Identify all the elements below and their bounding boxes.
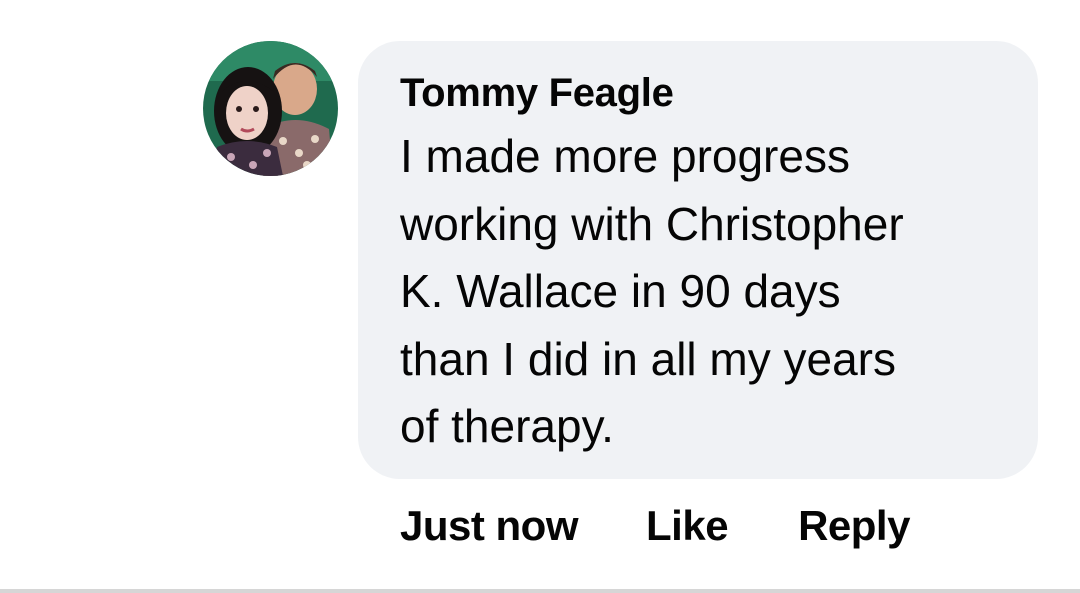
author-avatar[interactable] [203, 41, 338, 176]
comment-actions: Just now Like Reply [400, 500, 910, 552]
avatar-photo-icon [203, 41, 338, 176]
reply-button[interactable]: Reply [798, 502, 910, 550]
comment-author-name[interactable]: Tommy Feagle [400, 69, 998, 117]
comment-bubble: Tommy Feagle I made more progress workin… [358, 41, 1038, 479]
comment-timestamp[interactable]: Just now [400, 502, 579, 550]
comment-text: I made more progress working with Christ… [400, 130, 904, 452]
like-button[interactable]: Like [646, 502, 729, 550]
bottom-divider [0, 589, 1080, 593]
